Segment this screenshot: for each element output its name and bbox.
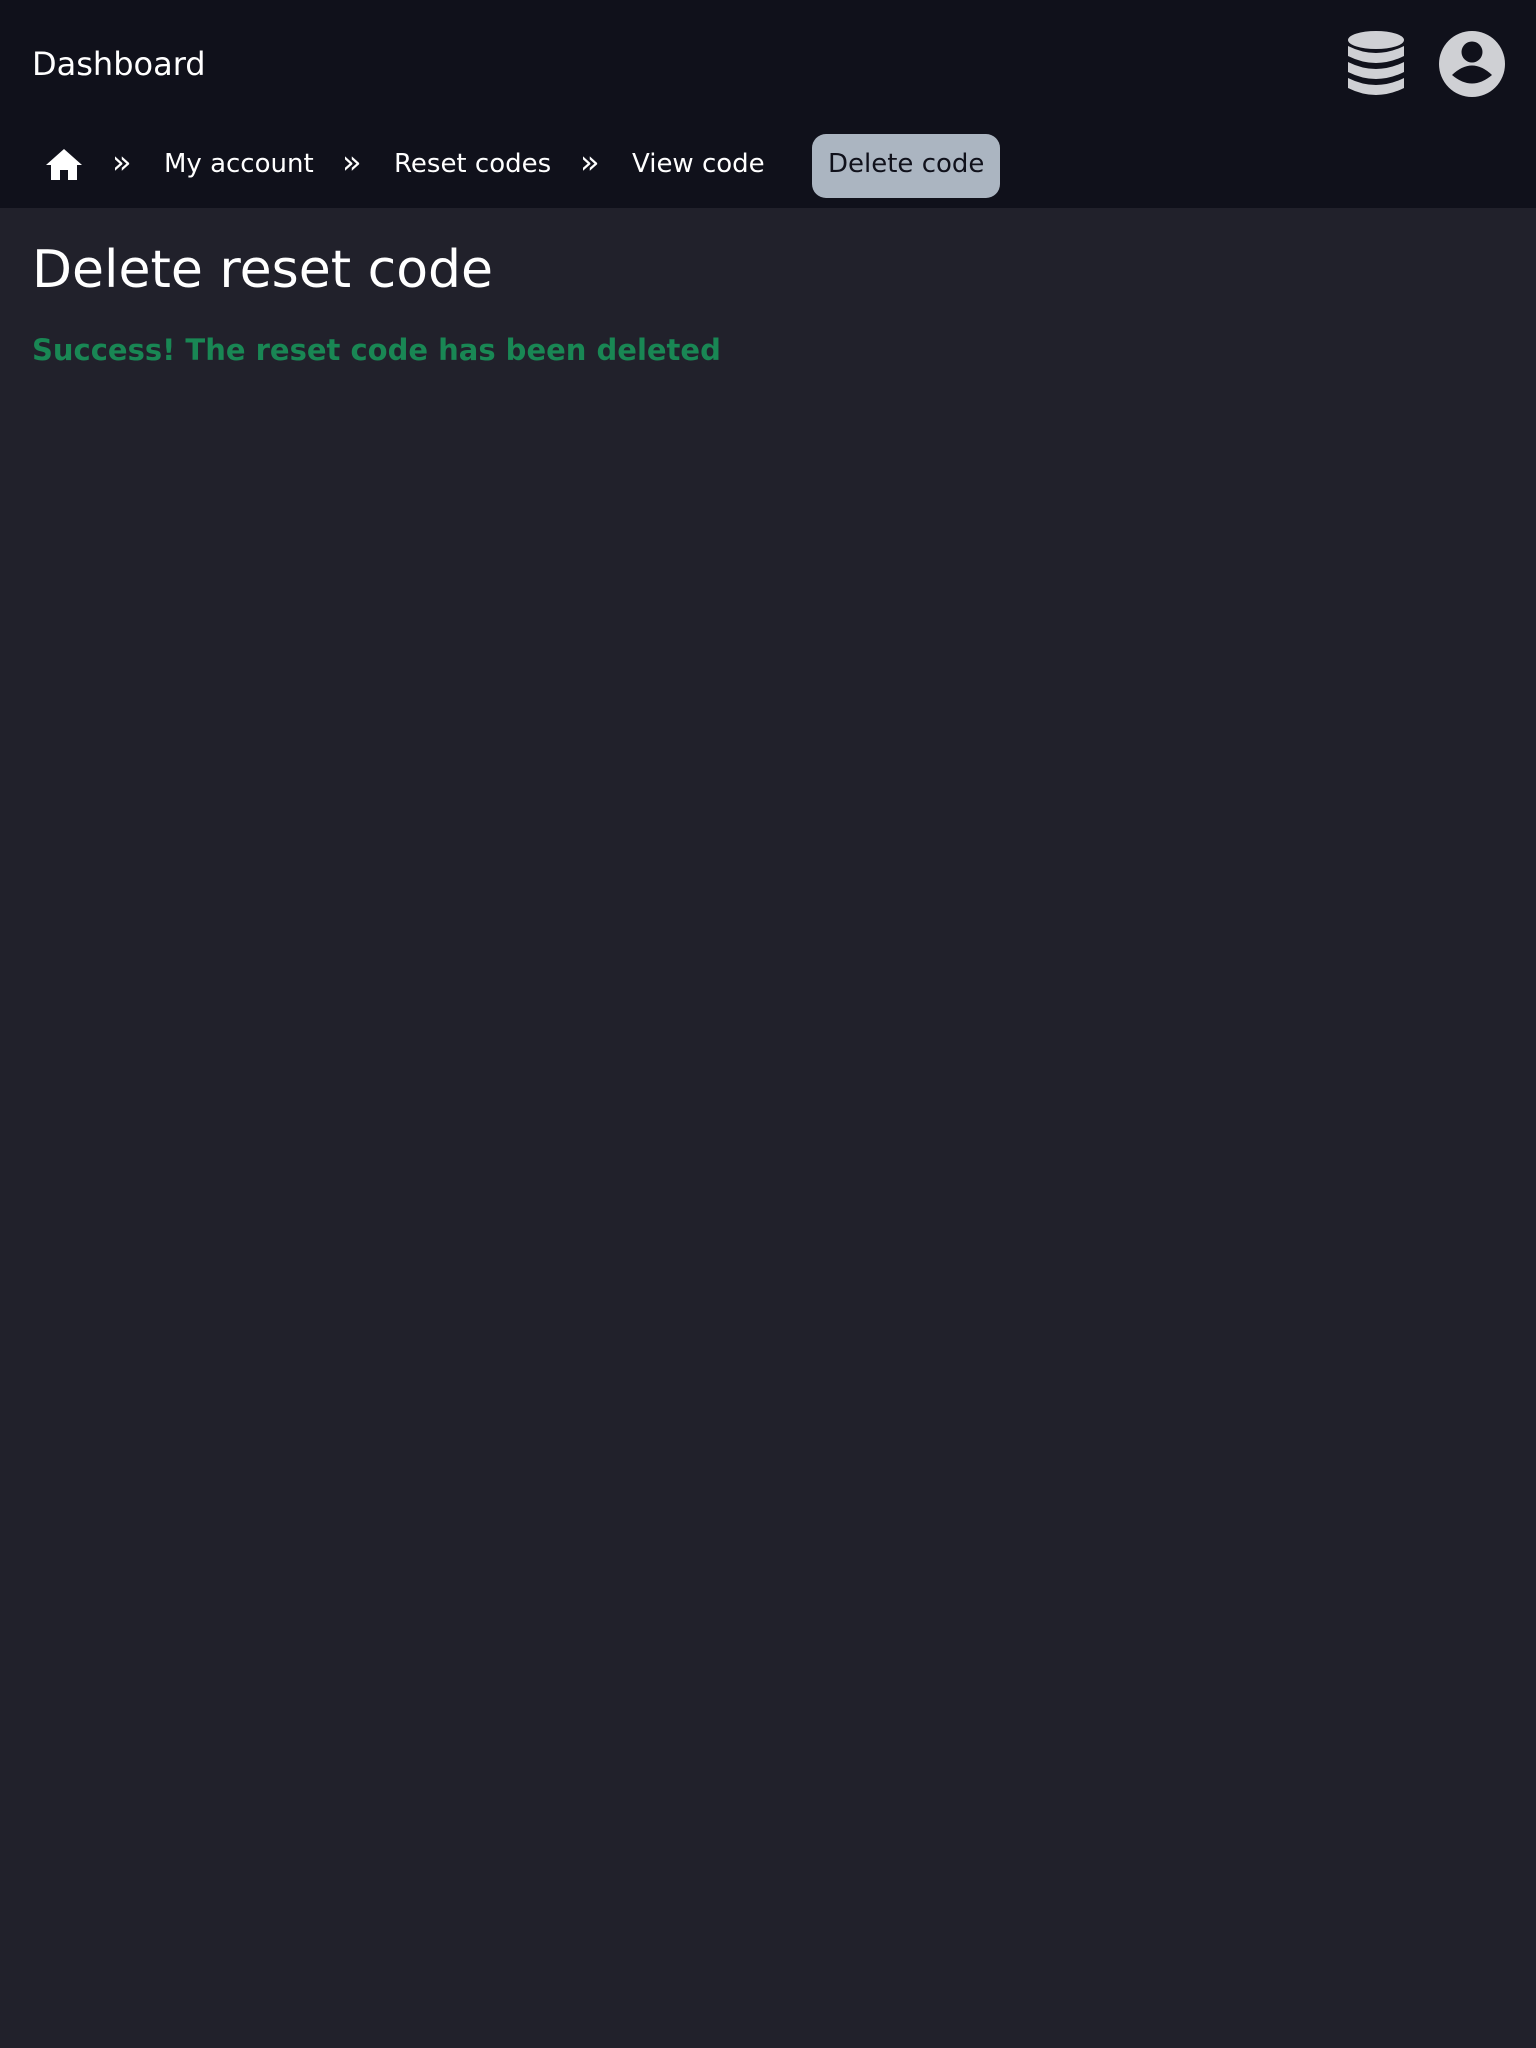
breadcrumb-view-code[interactable]: View code bbox=[632, 144, 765, 184]
database-icon[interactable] bbox=[1346, 30, 1406, 98]
breadcrumb-separator: » bbox=[580, 143, 600, 181]
breadcrumb-my-account[interactable]: My account bbox=[164, 144, 314, 184]
breadcrumb-reset-codes[interactable]: Reset codes bbox=[394, 144, 551, 184]
breadcrumb: » My account » Reset codes » View code D… bbox=[0, 132, 1536, 198]
brand-link[interactable]: Dashboard bbox=[32, 40, 206, 88]
top-navbar: Dashboard » My account » Reset codes » V… bbox=[0, 0, 1536, 208]
page-title: Delete reset code bbox=[32, 240, 494, 300]
home-icon[interactable] bbox=[44, 146, 84, 182]
success-message: Success! The reset code has been deleted bbox=[32, 333, 721, 367]
breadcrumb-separator: » bbox=[342, 143, 362, 181]
user-circle-icon[interactable] bbox=[1438, 30, 1506, 98]
breadcrumb-separator: » bbox=[112, 143, 132, 181]
breadcrumb-delete-code: Delete code bbox=[812, 134, 1001, 198]
